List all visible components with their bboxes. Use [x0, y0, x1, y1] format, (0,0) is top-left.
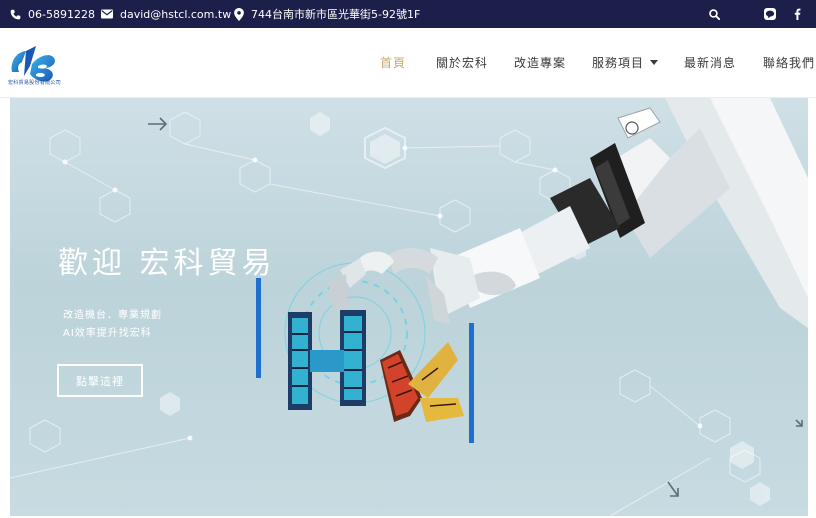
- nav-projects[interactable]: 改造專案: [514, 56, 566, 70]
- hero-subtitle-line-1: 改造機台．專業規劃: [63, 310, 162, 321]
- email-text: david@hstcl.com.tw: [120, 7, 232, 21]
- search-button[interactable]: [709, 0, 720, 28]
- email-contact[interactable]: david@hstcl.com.tw: [101, 0, 231, 28]
- hero-title: 歡迎 宏科貿易: [58, 246, 276, 281]
- robot-arm-art: [328, 98, 808, 328]
- site-header: 宏科貿易股份有限公司 首頁 關於宏科 改造專案 服務項目 最新消息 聯絡我們: [0, 28, 816, 98]
- top-bar: 06-5891228 david@hstcl.com.tw 744台南市新市區光…: [0, 0, 816, 28]
- nav-contact[interactable]: 聯絡我們: [763, 56, 815, 70]
- facebook-button[interactable]: [794, 0, 801, 28]
- map-pin-icon: [234, 7, 244, 21]
- hero-banner: 歡迎 宏科貿易 改造機台．專業規劃 AI效率提升找宏科 點擊這裡: [10, 98, 808, 516]
- logo-caption: 宏科貿易股份有限公司: [8, 80, 62, 86]
- hk-logo-art: [288, 310, 464, 422]
- nav-services[interactable]: 服務項目: [592, 56, 659, 70]
- line-button[interactable]: [764, 0, 776, 28]
- nav-services-label: 服務項目: [592, 56, 645, 70]
- phone-icon: [10, 9, 21, 19]
- envelope-icon: [101, 9, 113, 19]
- phone-text: 06-5891228: [28, 7, 95, 21]
- nav-home[interactable]: 首頁: [380, 56, 406, 70]
- address-text: 744台南市新市區光華街5-92號1F: [251, 8, 421, 21]
- caret-down-icon: [650, 60, 659, 65]
- nav-news[interactable]: 最新消息: [684, 56, 736, 70]
- search-icon: [709, 8, 720, 20]
- facebook-icon: [794, 8, 801, 20]
- address-contact[interactable]: 744台南市新市區光華街5-92號1F: [234, 0, 420, 28]
- accent-bar: [469, 323, 474, 443]
- hero-subtitle-line-2: AI效率提升找宏科: [63, 328, 152, 339]
- nav-about[interactable]: 關於宏科: [436, 56, 488, 70]
- cta-button[interactable]: 點擊這裡: [57, 364, 143, 397]
- line-icon: [764, 8, 776, 20]
- accent-bar: [256, 278, 261, 378]
- phone-contact[interactable]: 06-5891228: [10, 0, 95, 28]
